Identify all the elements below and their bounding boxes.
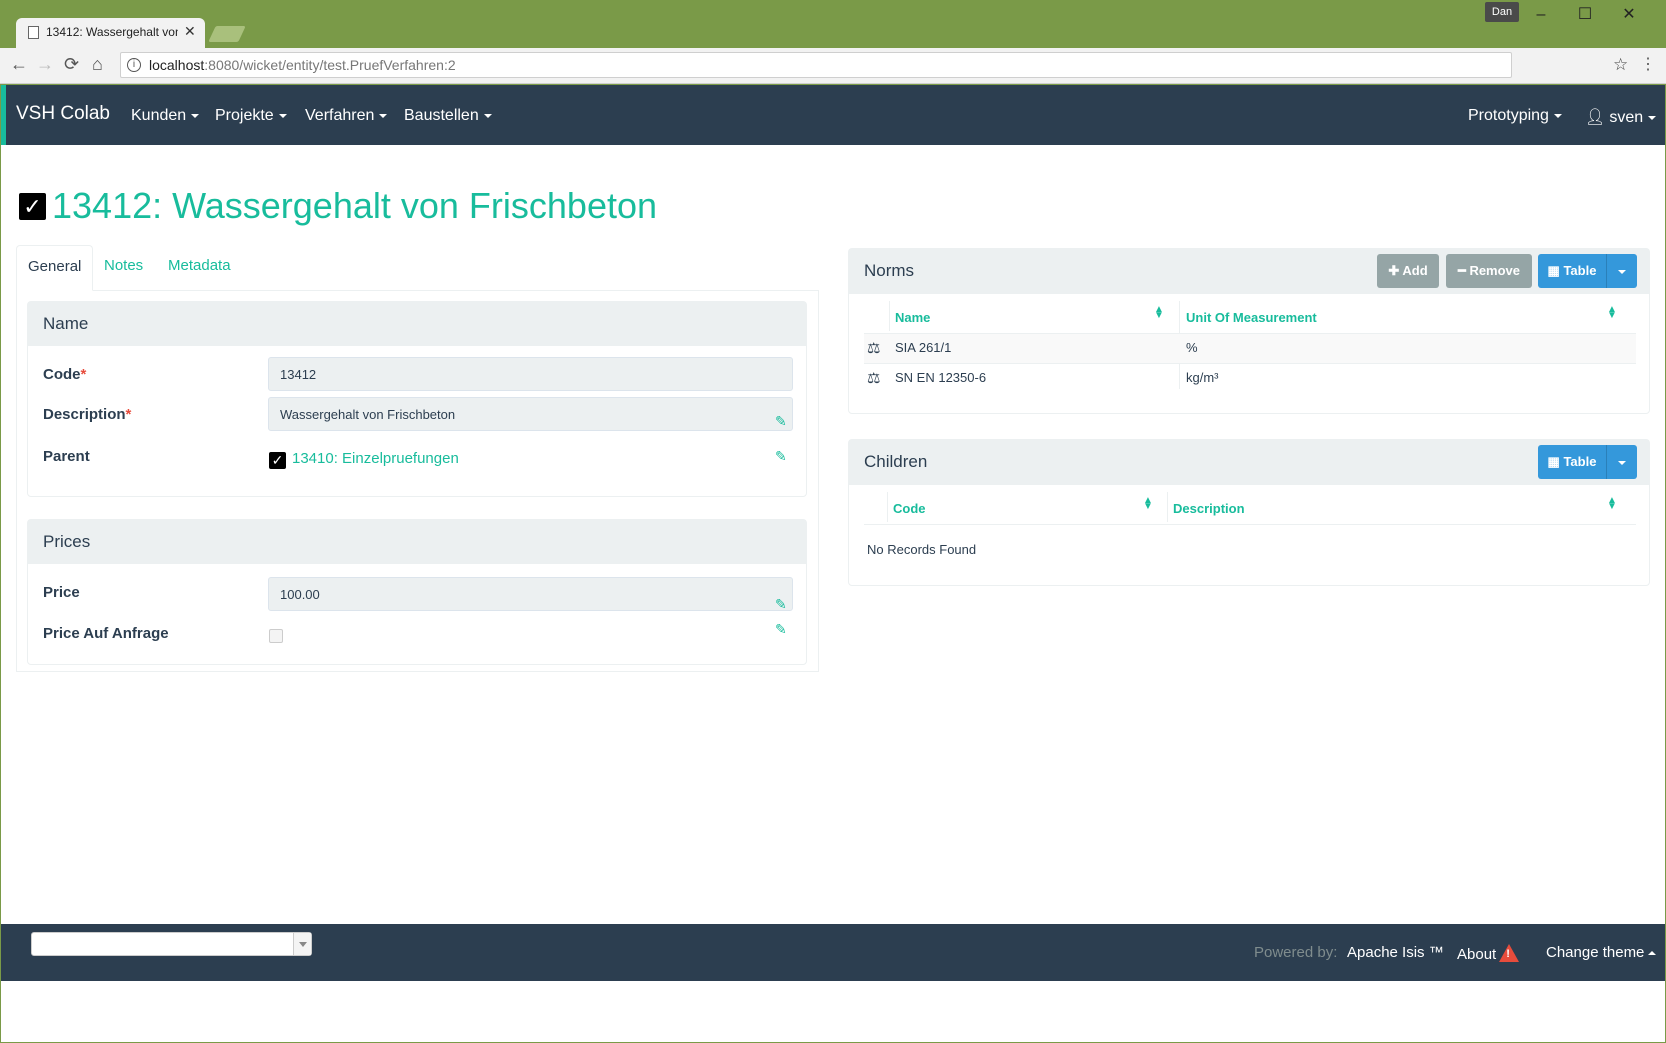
sort-icon[interactable]: ▲ ▼ (1143, 496, 1153, 512)
children-panel: Children ▦ Table Code ▲ ▼ Description ▲ ▼ … (848, 439, 1650, 586)
about-link[interactable]: About! (1457, 944, 1520, 963)
caret-down-icon (191, 113, 200, 118)
column-header-code[interactable]: Code (893, 501, 926, 516)
column-header-description[interactable]: Description (1173, 501, 1245, 516)
checkbox-icon: ✓ (19, 193, 46, 220)
remove-button[interactable]: ━ Remove (1446, 254, 1532, 288)
nav-menu-kunden[interactable]: Kunden (131, 107, 200, 125)
norm-unit: kg/m³ (1186, 370, 1219, 385)
norm-name[interactable]: SN EN 12350-6 (895, 370, 986, 385)
caret-down-icon (1553, 113, 1562, 118)
edit-icon[interactable]: ✎ (775, 597, 789, 611)
column-header-name[interactable]: Name (895, 310, 930, 325)
page-favicon-icon (28, 26, 39, 39)
minimize-icon[interactable]: – (1526, 4, 1556, 26)
url-text: localhost:8080/wicket/entity/test.PruefV… (149, 57, 456, 73)
address-bar[interactable]: i localhost:8080/wicket/entity/test.Prue… (120, 52, 1628, 78)
table-view-button[interactable]: ▦ Table (1538, 445, 1606, 479)
browser-tab-title: 13412: Wassergehalt von Frischbeton (46, 25, 178, 39)
top-navbar: VSH Colab Kunden Projekte Verfahren Baus… (1, 85, 1665, 145)
table-row[interactable] (864, 334, 1636, 363)
panel-title: Prices (43, 532, 91, 551)
new-tab-button[interactable] (208, 26, 246, 42)
table-view-button[interactable]: ▦ Table (1538, 254, 1606, 288)
reload-icon[interactable]: ⟳ (64, 54, 79, 75)
forward-icon[interactable]: → (36, 54, 54, 75)
back-icon[interactable]: ← (10, 54, 28, 75)
entity-tabs: General Notes Metadata (16, 245, 819, 291)
footer-select[interactable] (31, 932, 312, 956)
menu-kebab-icon[interactable]: ⋮ (1640, 54, 1656, 74)
edit-icon[interactable]: ✎ (775, 622, 789, 636)
description-field[interactable]: Wassergehalt von Frischbeton (268, 397, 793, 431)
close-tab-icon[interactable]: ✕ (184, 23, 196, 40)
page-title: ✓ 13412: Wassergehalt von Frischbeton (19, 185, 657, 235)
browser-titlebar: 13412: Wassergehalt von Frischbeton ✕ Da… (0, 0, 1666, 48)
panel-title: Children (864, 452, 928, 471)
table-view-dropdown[interactable] (1606, 445, 1637, 479)
price-field[interactable]: 100.00 (268, 577, 793, 611)
nav-menu-projekte[interactable]: Projekte (215, 107, 287, 125)
chevron-down-icon[interactable] (293, 933, 311, 955)
name-panel: Name Code* 13412 Description* Wassergeha… (27, 301, 807, 497)
apache-isis-link[interactable]: Apache Isis ™ (1347, 944, 1444, 961)
price-label: Price (43, 584, 80, 601)
panel-title: Name (43, 314, 89, 333)
caret-down-icon (483, 113, 492, 118)
sort-icon[interactable]: ▲ ▼ (1607, 496, 1617, 512)
caret-down-icon (1618, 460, 1626, 465)
home-icon[interactable]: ⌂ (92, 54, 103, 75)
profile-badge[interactable]: Dan (1485, 2, 1519, 22)
change-theme-menu[interactable]: Change theme (1546, 944, 1657, 961)
tab-general[interactable]: General (16, 245, 94, 291)
description-label: Description* (43, 406, 132, 423)
nav-menu-prototyping[interactable]: Prototyping (1468, 107, 1562, 125)
footer: Powered by: Apache Isis ™ About! Change … (1, 924, 1665, 981)
norms-panel: Norms ✚ Add ━ Remove ▦ Table Name ▲ ▼ Uni… (848, 248, 1650, 414)
panel-title: Norms (864, 261, 915, 280)
code-field[interactable]: 13412 (268, 357, 793, 391)
powered-by-label: Powered by: (1254, 944, 1338, 961)
price-auf-anfrage-label: Price Auf Anfrage (43, 625, 169, 642)
sort-icon[interactable]: ▲ ▼ (1154, 305, 1164, 321)
brand-link[interactable]: VSH Colab (16, 103, 110, 125)
info-icon[interactable]: i (127, 58, 141, 72)
parent-label: Parent (43, 448, 90, 465)
parent-link[interactable]: 13410: Einzelpruefungen (292, 450, 459, 467)
nav-menu-verfahren[interactable]: Verfahren (305, 107, 388, 125)
maximize-icon[interactable]: ☐ (1570, 4, 1600, 26)
warning-icon: ! (1499, 944, 1520, 962)
browser-tab[interactable]: 13412: Wassergehalt von Frischbeton ✕ (16, 18, 205, 48)
empty-state-text: No Records Found (867, 542, 977, 557)
caret-down-icon (1618, 269, 1626, 274)
norm-name[interactable]: SIA 261/1 (895, 340, 951, 355)
sort-icon[interactable]: ▲ ▼ (1607, 305, 1617, 321)
tab-metadata[interactable]: Metadata (157, 245, 242, 291)
user-menu[interactable]: 👤︎ sven (1585, 107, 1657, 127)
code-label: Code* (43, 366, 87, 383)
caret-down-icon (1648, 115, 1657, 120)
prices-panel: Prices Price 100.00 ✎ Price Auf Anfrage … (27, 519, 807, 665)
edit-icon[interactable]: ✎ (775, 414, 789, 428)
scale-icon[interactable]: ⚖ (867, 339, 880, 357)
app-viewport: VSH Colab Kunden Projekte Verfahren Baus… (1, 85, 1665, 1042)
nav-menu-baustellen[interactable]: Baustellen (404, 107, 492, 125)
column-header-unit[interactable]: Unit Of Measurement (1186, 310, 1317, 325)
checkbox-icon: ✓ (269, 452, 286, 469)
bookmark-star-icon[interactable]: ☆ (1613, 55, 1628, 75)
norm-unit: % (1186, 340, 1198, 355)
scale-icon[interactable]: ⚖ (867, 369, 880, 387)
user-icon: 👤︎ (1585, 109, 1606, 126)
tab-notes[interactable]: Notes (93, 245, 154, 291)
caret-down-icon (278, 113, 287, 118)
table-view-dropdown[interactable] (1606, 254, 1637, 288)
browser-toolbar: ← → ⟳ ⌂ i localhost:8080/wicket/entity/t… (0, 48, 1666, 84)
caret-down-icon (379, 113, 388, 118)
edit-icon[interactable]: ✎ (775, 449, 789, 463)
add-button[interactable]: ✚ Add (1377, 254, 1439, 288)
price-auf-anfrage-checkbox[interactable] (269, 629, 283, 643)
caret-up-icon (1648, 951, 1657, 956)
close-window-icon[interactable]: ✕ (1614, 4, 1644, 26)
